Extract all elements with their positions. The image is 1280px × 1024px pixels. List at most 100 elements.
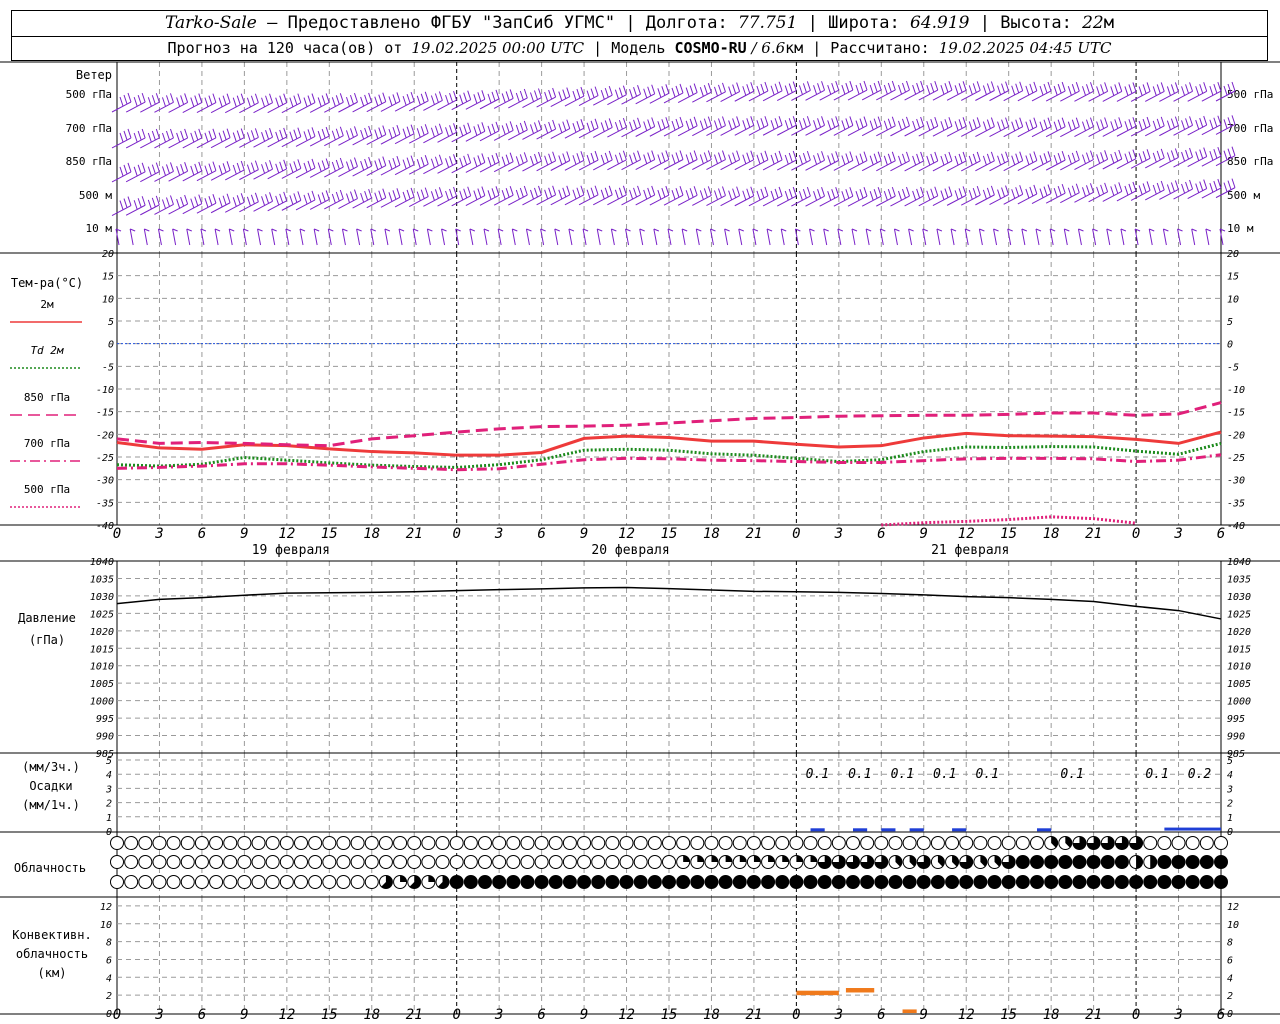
wind-barb: [618, 87, 623, 97]
wind-barb: [275, 131, 280, 142]
wind-barb: [1152, 152, 1157, 163]
wind-barb: [689, 118, 694, 128]
wind-barb: [699, 120, 704, 130]
wind-barb: [608, 150, 613, 161]
wind-barb: [566, 151, 571, 161]
wind-barb: [883, 155, 888, 165]
wind-barb: [997, 155, 1002, 165]
cloud-symbol: [124, 836, 139, 850]
wind-barb: [1205, 228, 1210, 246]
wind-barb: [1005, 151, 1010, 161]
wind-barb: [374, 192, 379, 202]
wind-barb: [303, 162, 308, 173]
wind-barb: [345, 161, 350, 171]
wind-barb: [679, 116, 684, 127]
x-tick-label: 9: [920, 526, 928, 542]
wind-barb: [449, 188, 454, 199]
wind-barb: [218, 97, 223, 107]
wind-barb: [279, 193, 284, 204]
wind-barb: [1085, 185, 1090, 195]
wind-barb: [402, 95, 407, 106]
wind-barb: [1213, 83, 1218, 94]
wind-barb: [123, 164, 128, 175]
cloud-symbol: [463, 875, 478, 889]
wind-barb: [1146, 181, 1151, 191]
wind-barb: [453, 186, 458, 197]
wind-barb: [1142, 84, 1147, 94]
wind-barb: [495, 121, 500, 132]
x-tick-label: 6: [1217, 526, 1225, 542]
wind-barb: [827, 120, 832, 130]
wind-barb: [813, 120, 818, 130]
wind-barb: [594, 150, 599, 161]
wind-barb: [537, 185, 542, 196]
wind-barb: [831, 189, 836, 199]
cloud-symbol: [1058, 875, 1073, 889]
cloud-symbol: [548, 855, 563, 869]
wind-barb: [533, 122, 538, 132]
wind-barb: [410, 91, 415, 102]
conv-bar: [796, 990, 839, 996]
precip-tick-label: 3: [105, 784, 112, 795]
wind-barb: [1001, 153, 1006, 163]
cloud-symbol: [265, 875, 280, 889]
wind-barb: [665, 150, 670, 160]
x-tick-label: 0: [113, 1007, 121, 1023]
cloud-symbol: [647, 836, 662, 850]
wind-barb: [119, 200, 124, 210]
x-tick-label: 9: [580, 526, 588, 542]
wind-barb: [728, 120, 733, 130]
wind-barb: [430, 191, 435, 201]
wind-title: Ветер: [76, 68, 112, 82]
cloud-symbol: [520, 875, 535, 889]
wind-barb: [1021, 228, 1026, 246]
wind-barb: [218, 165, 223, 175]
wind-barb: [778, 116, 783, 126]
wind-barb: [1174, 148, 1179, 158]
cloud-symbol: [223, 875, 238, 889]
wind-barb: [1195, 119, 1200, 130]
temp-legend-label: Td 2м: [30, 344, 63, 357]
cloud-symbol: [562, 875, 577, 889]
x-tick-label: 21: [1085, 526, 1102, 542]
wind-barb: [519, 154, 524, 164]
cloud-symbol: [1114, 875, 1129, 889]
wind-barb: [1160, 180, 1165, 191]
wind-barb: [1039, 85, 1044, 96]
cloud-symbol: [874, 836, 889, 850]
wind-barb: [311, 127, 316, 137]
wind-barb: [1081, 121, 1086, 131]
cloud-symbol: [308, 836, 323, 850]
cloud-symbol: [718, 875, 733, 889]
wind-barb: [552, 87, 557, 98]
wind-barb: [1199, 149, 1204, 159]
wind-barb: [218, 132, 223, 142]
wind-barb: [420, 126, 425, 136]
cloud-symbol: [435, 836, 450, 850]
wind-barb: [529, 155, 534, 166]
wind-barb: [962, 117, 967, 127]
wind-barb: [596, 228, 601, 246]
wind-barb: [774, 118, 779, 128]
wind-barb: [580, 185, 585, 195]
wind-barb: [236, 130, 241, 140]
wind-barb: [600, 189, 605, 199]
wind-barb: [990, 81, 995, 91]
wind-barb: [1146, 82, 1151, 92]
wind-barb: [1166, 152, 1171, 162]
precip-bar: [881, 828, 896, 832]
cloud-symbol: [492, 855, 507, 869]
wind-barb: [622, 185, 627, 195]
wind-barb: [161, 199, 166, 209]
wind-barb: [835, 116, 840, 126]
wind-barb: [736, 116, 741, 126]
wind-barb: [618, 119, 623, 130]
wind-barb: [859, 153, 864, 163]
temp-tick-label-right: -20: [1227, 430, 1245, 441]
cloud-fill: [1150, 855, 1157, 869]
cloud-symbol: [987, 875, 1002, 889]
wind-barb: [544, 189, 549, 199]
wind-barb: [487, 156, 492, 167]
wind-barb: [552, 151, 557, 161]
wind-barb: [165, 95, 170, 105]
